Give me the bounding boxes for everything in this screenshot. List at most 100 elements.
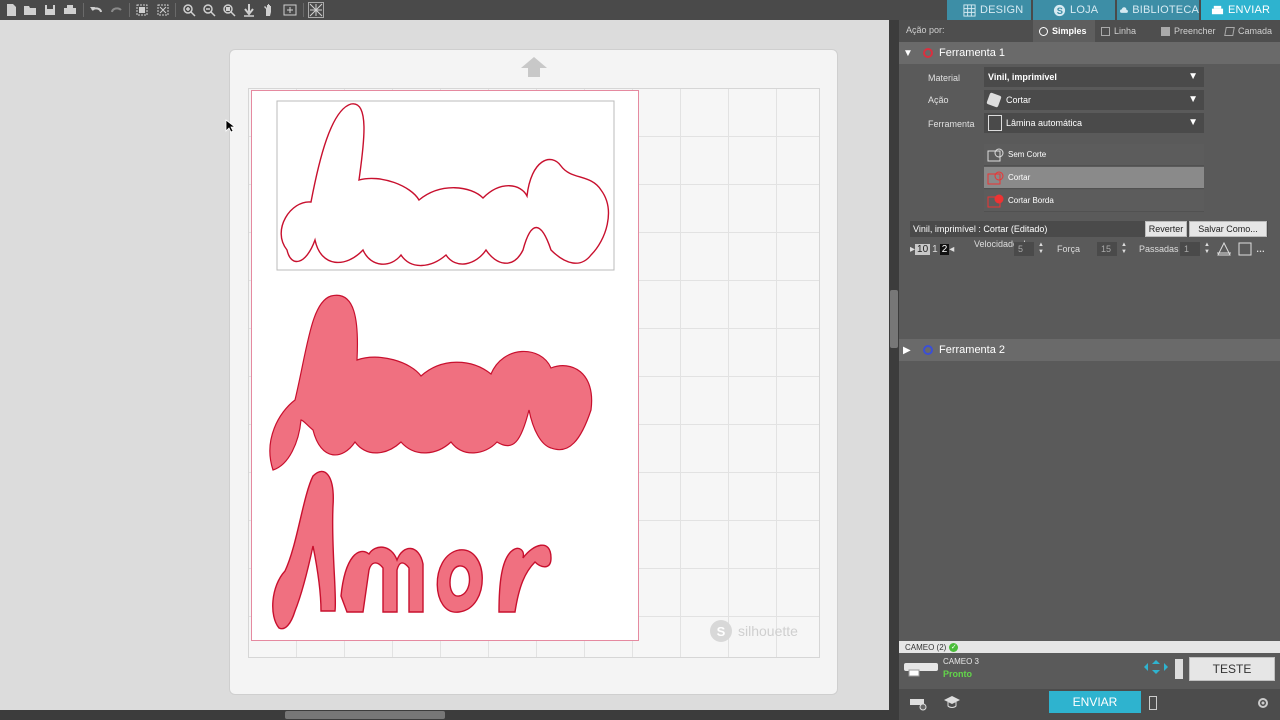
action-value: Cortar bbox=[1006, 95, 1032, 105]
force-input[interactable]: 15 ▲ ▼ bbox=[1097, 242, 1127, 256]
option-sem-corte[interactable]: Sem Corte bbox=[984, 144, 1204, 166]
preset-name: Vinil, imprimível : Cortar (Editado) bbox=[913, 224, 1048, 234]
load-mat-icon[interactable] bbox=[1175, 659, 1183, 679]
pattern-icon[interactable] bbox=[308, 2, 324, 18]
mode-linha[interactable]: Linha bbox=[1095, 20, 1155, 42]
tool1-title: Ferramenta 1 bbox=[939, 47, 1006, 59]
feed-direction-arrow-icon bbox=[521, 57, 547, 77]
dropdown-caret-icon: ▼ bbox=[1188, 117, 1198, 128]
mode-simples-label: Simples bbox=[1052, 26, 1087, 36]
pause-icon[interactable] bbox=[1149, 696, 1157, 710]
move-blade-arrows-icon[interactable] bbox=[1143, 659, 1169, 675]
mode-preencher-label: Preencher bbox=[1174, 26, 1216, 36]
printer-icon bbox=[1211, 5, 1224, 14]
open-folder-icon[interactable] bbox=[22, 2, 38, 18]
passes-label: Passadas bbox=[1139, 244, 1179, 254]
device-row: CAMEO 3 Pronto TESTE bbox=[899, 653, 1280, 689]
material-select[interactable]: Vinil, imprimível ▼ bbox=[984, 67, 1204, 87]
material-value: Vinil, imprimível bbox=[988, 72, 1057, 82]
print-icon[interactable] bbox=[62, 2, 78, 18]
fill-icon bbox=[1161, 26, 1170, 36]
fit-page-icon[interactable] bbox=[282, 2, 298, 18]
action-by-label: Ação por: bbox=[906, 25, 945, 35]
tutorial-cap-icon[interactable] bbox=[943, 695, 961, 709]
new-file-icon[interactable] bbox=[3, 2, 19, 18]
tool-label: Ferramenta bbox=[928, 119, 975, 129]
tab-design[interactable]: DESIGN bbox=[947, 0, 1031, 20]
save-as-button[interactable]: Salvar Como... bbox=[1189, 221, 1267, 237]
mode-camada-label: Camada bbox=[1238, 26, 1273, 36]
option-cortar-borda[interactable]: Cortar Borda bbox=[984, 190, 1204, 212]
force-label: Força bbox=[1057, 244, 1081, 254]
tab-biblioteca[interactable]: BIBLIOTECA bbox=[1117, 0, 1199, 20]
horizontal-scroll-thumb[interactable] bbox=[285, 711, 445, 719]
line-icon bbox=[1101, 26, 1110, 36]
revert-button[interactable]: Reverter bbox=[1145, 221, 1187, 237]
more-options-icon[interactable]: … bbox=[1256, 244, 1265, 254]
mouse-cursor-icon bbox=[225, 119, 235, 133]
deselect-icon[interactable] bbox=[155, 2, 171, 18]
design-workspace[interactable]: S silhouette bbox=[0, 20, 889, 710]
speed-input[interactable]: 5 ▲ ▼ bbox=[1014, 242, 1044, 256]
vertical-scrollbar[interactable] bbox=[889, 20, 899, 710]
blade-depth-value: 10 bbox=[915, 243, 931, 255]
radio-icon bbox=[1039, 26, 1048, 36]
move-down-icon[interactable] bbox=[241, 2, 257, 18]
design-artwork[interactable] bbox=[251, 90, 639, 641]
vertical-scroll-thumb[interactable] bbox=[890, 290, 898, 348]
line-segment-overcut-icon[interactable] bbox=[1216, 242, 1232, 256]
save-icon[interactable] bbox=[42, 2, 58, 18]
top-toolbar: DESIGN S LOJA BIBLIOTECA ENVIAR bbox=[0, 0, 1280, 20]
passes-value: 1 bbox=[1184, 244, 1190, 254]
blade-icon bbox=[986, 92, 1002, 108]
horizontal-scrollbar[interactable] bbox=[0, 710, 899, 720]
zoom-in-icon[interactable] bbox=[181, 2, 197, 18]
cut-settings-row: ▸ 10 1 2 ◂ Velocidade de 5 ▲ ▼ Força 15 ▲ ▼ … bbox=[910, 240, 1268, 258]
cameo-machine-icon bbox=[904, 663, 938, 677]
passes-input[interactable]: 1 ▲ ▼ bbox=[1180, 242, 1210, 256]
tool1-color-dot bbox=[923, 48, 933, 58]
mode-preencher[interactable]: Preencher bbox=[1155, 20, 1219, 42]
action-select[interactable]: Cortar ▼ bbox=[984, 90, 1204, 110]
amor-offset-fill bbox=[269, 294, 593, 471]
cutting-mat: S silhouette bbox=[229, 49, 838, 695]
action-label: Ação bbox=[928, 95, 949, 105]
send-button[interactable]: ENVIAR bbox=[1049, 691, 1141, 713]
tool2-header[interactable]: ▶ Ferramenta 2 bbox=[899, 339, 1280, 361]
tab-design-label: DESIGN bbox=[980, 4, 1024, 16]
amor-offset-outline bbox=[280, 103, 610, 267]
select-all-icon[interactable] bbox=[134, 2, 150, 18]
undo-icon[interactable] bbox=[88, 2, 104, 18]
watermark-text: silhouette bbox=[738, 623, 798, 639]
blade-depth-control[interactable]: ▸ 10 1 2 ◂ bbox=[910, 242, 954, 256]
no-cut-icon bbox=[986, 147, 1006, 163]
expand-triangle-icon[interactable]: ▶ bbox=[903, 345, 917, 356]
option-cortar-label: Cortar bbox=[1008, 173, 1031, 182]
tab-loja[interactable]: S LOJA bbox=[1033, 0, 1115, 20]
mode-camada[interactable]: Camada bbox=[1219, 20, 1280, 42]
option-sem-corte-label: Sem Corte bbox=[1008, 150, 1047, 159]
collapse-triangle-icon[interactable]: ▼ bbox=[903, 48, 917, 59]
tool1-header[interactable]: ▼ Ferramenta 1 bbox=[899, 42, 1280, 64]
square-corner-icon[interactable] bbox=[1238, 242, 1252, 256]
pan-hand-icon[interactable] bbox=[261, 2, 277, 18]
tab-enviar[interactable]: ENVIAR bbox=[1201, 0, 1280, 20]
mode-simples[interactable]: Simples bbox=[1033, 20, 1095, 42]
cut-icon bbox=[986, 170, 1006, 186]
gear-icon[interactable] bbox=[1256, 696, 1270, 710]
tab-loja-label: LOJA bbox=[1070, 4, 1099, 16]
zoom-out-icon[interactable] bbox=[201, 2, 217, 18]
autoblade-icon bbox=[988, 115, 1002, 131]
mode-linha-label: Linha bbox=[1114, 26, 1137, 36]
option-cortar[interactable]: Cortar bbox=[984, 167, 1204, 189]
test-button[interactable]: TESTE bbox=[1189, 657, 1275, 681]
send-queue-icon[interactable] bbox=[909, 695, 927, 711]
device-state: Pronto bbox=[943, 669, 972, 679]
check-icon: ✓ bbox=[949, 642, 959, 652]
tool-value: Lâmina automática bbox=[1006, 118, 1083, 128]
redo-icon[interactable] bbox=[109, 2, 125, 18]
zoom-fit-icon[interactable] bbox=[221, 2, 237, 18]
grid-icon bbox=[963, 3, 976, 17]
tool-select[interactable]: Lâmina automática ▼ bbox=[984, 113, 1204, 133]
tab-biblioteca-label: BIBLIOTECA bbox=[1132, 4, 1199, 16]
